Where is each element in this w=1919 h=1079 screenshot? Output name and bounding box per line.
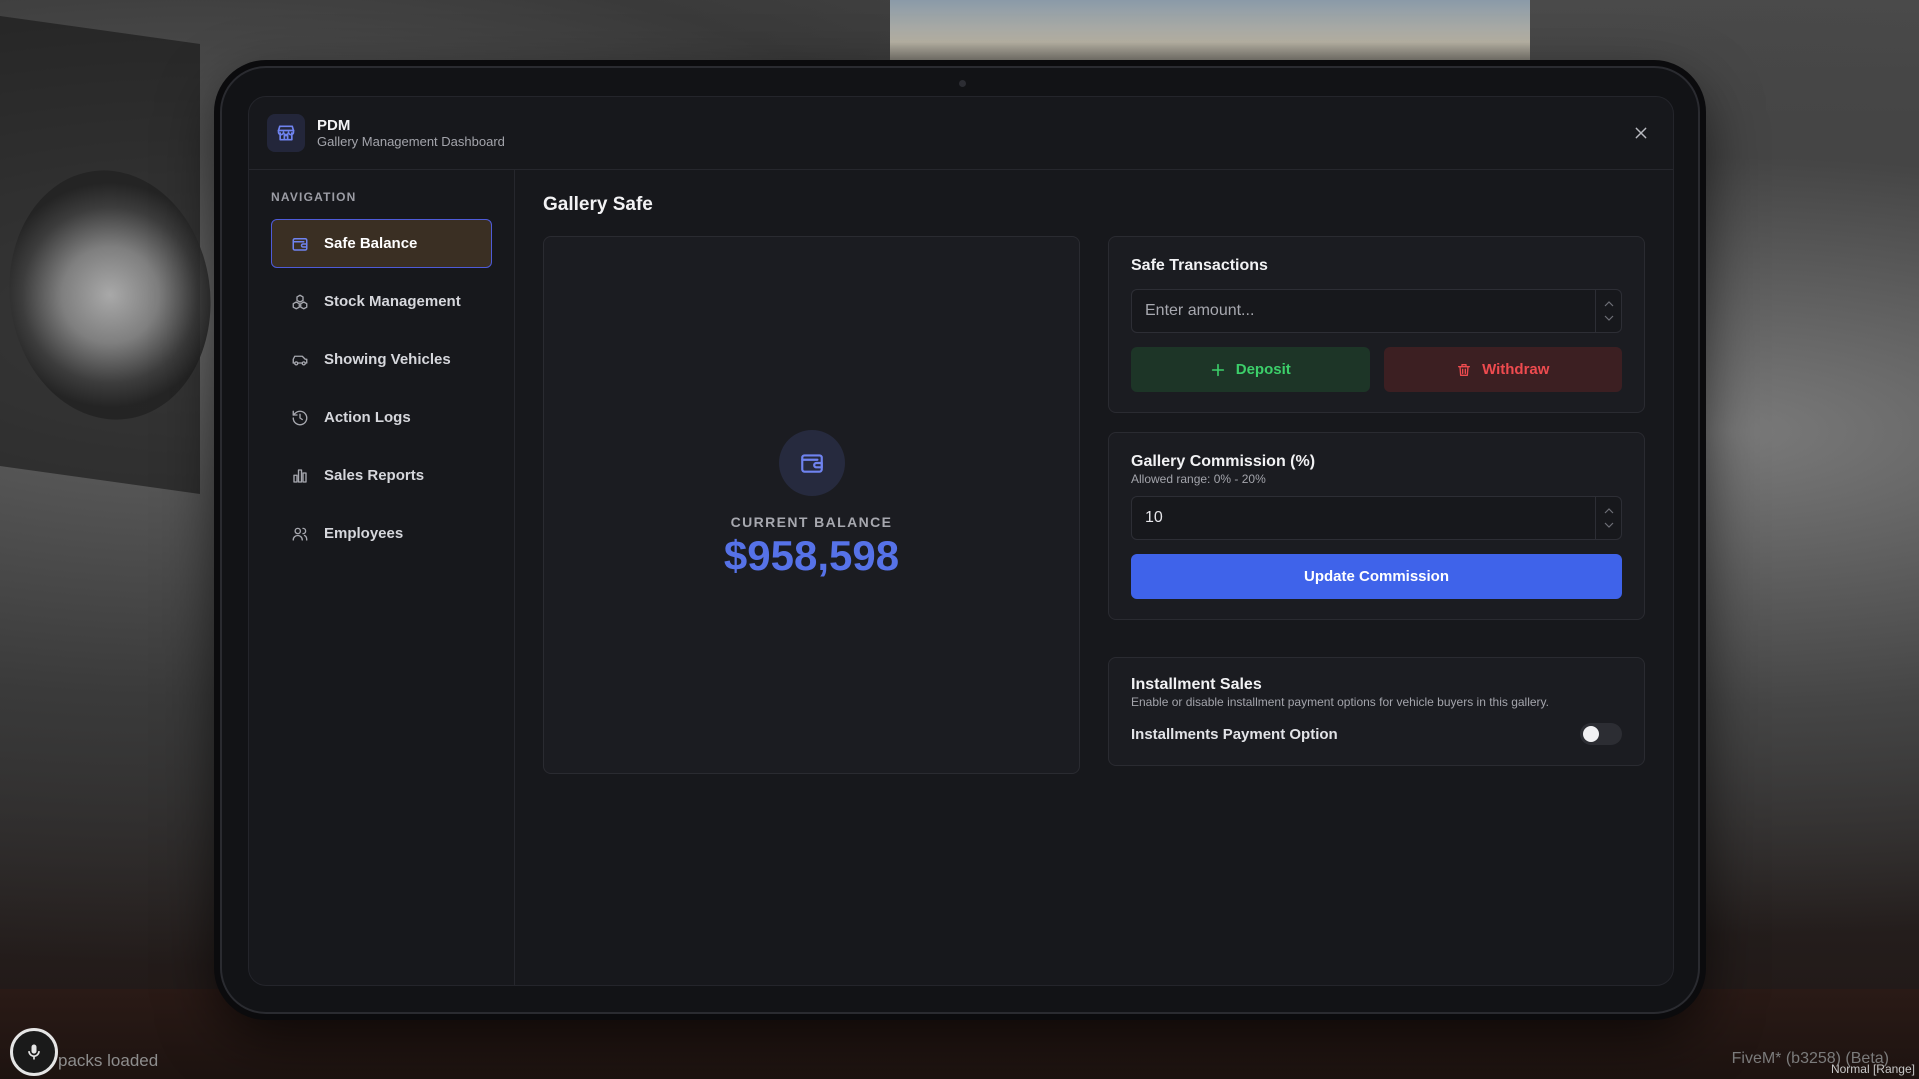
- withdraw-button[interactable]: Withdraw: [1383, 347, 1622, 392]
- sidebar-item-safe-balance[interactable]: Safe Balance: [271, 219, 492, 268]
- wallet-icon: [290, 234, 310, 254]
- sidebar-item-action-logs[interactable]: Action Logs: [271, 393, 492, 442]
- balance-value: $958,598: [723, 532, 900, 579]
- close-button[interactable]: [1629, 121, 1653, 145]
- sidebar-item-label: Sales Reports: [324, 467, 425, 484]
- trash-icon: [1458, 363, 1471, 376]
- sidebar-item-label: Safe Balance: [324, 235, 418, 252]
- update-commission-button[interactable]: Update Commission: [1131, 554, 1622, 599]
- chevron-down-icon: [1604, 522, 1613, 528]
- commission-input[interactable]: [1132, 509, 1595, 527]
- chevron-up-icon: [1604, 508, 1613, 514]
- amount-stepper: [1595, 290, 1621, 332]
- card-title: Gallery Commission (%): [1131, 453, 1316, 470]
- sidebar-item-stock-management[interactable]: Stock Management: [271, 277, 492, 326]
- app-title: PDM: [317, 116, 351, 134]
- sidebar: NAVIGATION Safe Balance Stock Management: [249, 170, 515, 985]
- card-title: Installment Sales: [1131, 676, 1262, 693]
- sidebar-item-sales-reports[interactable]: Sales Reports: [271, 451, 492, 500]
- deposit-button[interactable]: Deposit: [1131, 347, 1370, 392]
- tablet-camera: [959, 80, 966, 87]
- card-title: Safe Transactions: [1131, 257, 1268, 274]
- history-icon: [290, 408, 310, 428]
- installments-toggle[interactable]: [1580, 723, 1622, 745]
- nav-heading: NAVIGATION: [271, 190, 357, 204]
- tablet-screen: PDM Gallery Management Dashboard NAVIGAT…: [248, 96, 1674, 986]
- card-subtitle: Enable or disable installment payment op…: [1131, 695, 1549, 709]
- tablet-frame: PDM Gallery Management Dashboard NAVIGAT…: [220, 66, 1700, 1014]
- chevron-down-icon: [1604, 315, 1613, 321]
- sidebar-item-employees[interactable]: Employees: [271, 509, 492, 558]
- bar-chart-icon: [290, 466, 310, 486]
- app-header: PDM Gallery Management Dashboard: [249, 97, 1673, 170]
- page-title: Gallery Safe: [543, 194, 653, 215]
- sidebar-item-label: Stock Management: [324, 293, 461, 310]
- sidebar-item-label: Employees: [324, 525, 404, 542]
- stepper-up-button[interactable]: [1602, 299, 1616, 309]
- stepper-down-button[interactable]: [1602, 520, 1616, 530]
- installments-option-label: Installments Payment Option: [1131, 725, 1338, 743]
- amount-input[interactable]: [1132, 302, 1595, 320]
- close-icon: [1635, 127, 1647, 139]
- balance-card: CURRENT BALANCE $958,598: [543, 236, 1080, 774]
- app-title-block: PDM Gallery Management Dashboard: [317, 116, 505, 149]
- sidebar-item-showing-vehicles[interactable]: Showing Vehicles: [271, 335, 492, 384]
- toggle-knob: [1583, 726, 1599, 742]
- users-icon: [290, 524, 310, 544]
- commission-stepper: [1595, 497, 1621, 539]
- hud-voice-range: Normal [Range]: [1830, 1062, 1915, 1076]
- boxes-icon: [290, 292, 310, 312]
- wallet-icon: [778, 430, 845, 496]
- amount-input-wrapper: [1131, 289, 1622, 333]
- main-content: Gallery Safe CURRENT BALANCE $958,598 Sa…: [515, 170, 1673, 985]
- balance-label: CURRENT BALANCE: [730, 514, 893, 530]
- installments-card: Installment Sales Enable or disable inst…: [1108, 657, 1645, 766]
- stepper-up-button[interactable]: [1602, 506, 1616, 516]
- card-subtitle: Allowed range: 0% - 20%: [1131, 472, 1266, 486]
- sidebar-item-label: Action Logs: [324, 409, 411, 426]
- hud-packs-loaded: packs loaded: [58, 1051, 159, 1070]
- store-icon: [267, 114, 305, 152]
- microphone-icon: [10, 1028, 58, 1076]
- plus-icon: [1211, 363, 1224, 376]
- deposit-label: Deposit: [1235, 361, 1291, 378]
- background-window: [890, 0, 1530, 70]
- chevron-up-icon: [1604, 301, 1613, 307]
- withdraw-label: Withdraw: [1482, 361, 1550, 378]
- safe-transactions-card: Safe Transactions Enter amount... Deposi…: [1108, 236, 1645, 413]
- app-subtitle: Gallery Management Dashboard: [317, 133, 505, 149]
- stepper-down-button[interactable]: [1602, 313, 1616, 323]
- commission-input-wrapper: [1131, 496, 1622, 540]
- car-icon: [290, 350, 310, 370]
- commission-card: Gallery Commission (%) Allowed range: 0%…: [1108, 432, 1645, 620]
- sidebar-item-label: Showing Vehicles: [324, 351, 451, 368]
